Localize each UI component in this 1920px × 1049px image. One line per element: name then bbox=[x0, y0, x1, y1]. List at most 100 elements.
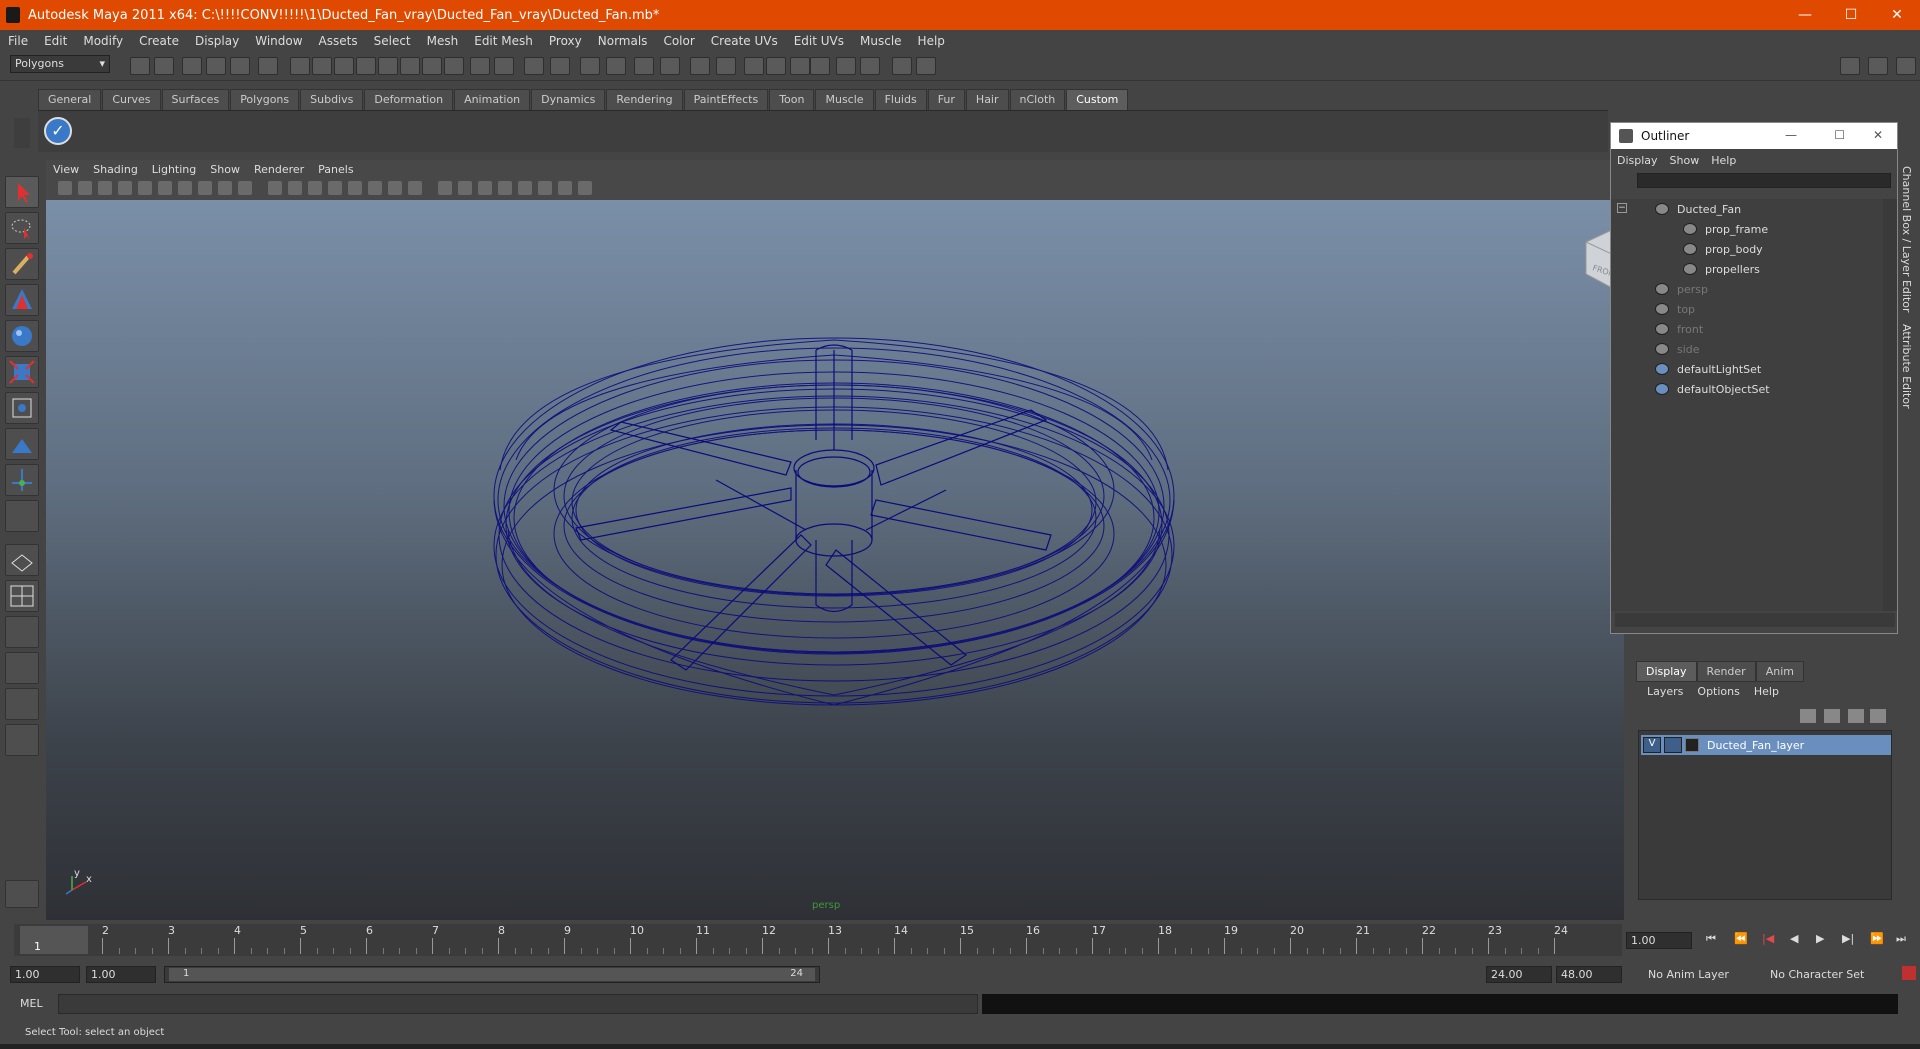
end-time-field[interactable]: 48.00 bbox=[1556, 966, 1622, 983]
outliner-minimize-button[interactable]: — bbox=[1785, 128, 1797, 142]
viewport-tool-icon[interactable] bbox=[238, 181, 252, 195]
custom-shelf-check-icon[interactable]: ✓ bbox=[44, 117, 72, 145]
outliner-close-button[interactable]: ✕ bbox=[1873, 128, 1883, 142]
step-back-frame-icon[interactable]: |◀ bbox=[1762, 932, 1774, 945]
custom-layout-icon[interactable] bbox=[5, 724, 39, 756]
outliner-menu-help[interactable]: Help bbox=[1705, 154, 1742, 167]
play-forwards-icon[interactable]: ▶ bbox=[1816, 932, 1824, 945]
shelf-tab-dynamics[interactable]: Dynamics bbox=[531, 89, 606, 111]
scale-tool-icon[interactable] bbox=[5, 356, 39, 388]
viewport-tool-icon[interactable] bbox=[288, 181, 302, 195]
range-slider-handle[interactable]: 1 24 bbox=[169, 968, 815, 981]
shelf-tab-fluids[interactable]: Fluids bbox=[874, 89, 927, 111]
layer-color-swatch[interactable] bbox=[1685, 738, 1699, 752]
shelf-tab-hair[interactable]: Hair bbox=[965, 89, 1009, 111]
toolbar-button-icon[interactable] bbox=[810, 57, 830, 75]
layer-tab-render[interactable]: Render bbox=[1696, 661, 1756, 682]
viewport-menu-panels[interactable]: Panels bbox=[311, 163, 360, 176]
toolbar-button-icon[interactable] bbox=[400, 57, 420, 75]
menu-help[interactable]: Help bbox=[910, 34, 953, 48]
step-forward-frame-icon[interactable]: ▶| bbox=[1842, 932, 1854, 945]
toolbar-button-icon[interactable] bbox=[550, 57, 570, 75]
menu-proxy[interactable]: Proxy bbox=[541, 34, 590, 48]
shelf-tab-rendering[interactable]: Rendering bbox=[606, 89, 683, 111]
viewport-tool-icon[interactable] bbox=[408, 181, 422, 195]
manipulator-tool-icon[interactable] bbox=[5, 392, 39, 424]
toolbar-button-icon[interactable] bbox=[312, 57, 332, 75]
layer-row[interactable]: V Ducted_Fan_layer bbox=[1641, 735, 1891, 755]
outliner-item[interactable]: front bbox=[1655, 319, 1703, 339]
command-input[interactable] bbox=[58, 994, 978, 1014]
toolbar-button-icon[interactable] bbox=[444, 57, 464, 75]
viewport-tool-icon[interactable] bbox=[78, 181, 92, 195]
attribute-editor-tab[interactable]: Attribute Editor bbox=[1900, 324, 1913, 409]
outliner-menu-display[interactable]: Display bbox=[1611, 154, 1664, 167]
toolbar-button-icon[interactable] bbox=[744, 57, 764, 75]
soft-mod-tool-icon[interactable] bbox=[5, 428, 39, 460]
viewport-tool-icon[interactable] bbox=[218, 181, 232, 195]
toolbar-button-icon[interactable] bbox=[892, 57, 912, 75]
outliner-collapse-icon[interactable]: − bbox=[1617, 203, 1627, 213]
lasso-tool-icon[interactable] bbox=[5, 212, 39, 244]
shelf-tab-polygons[interactable]: Polygons bbox=[230, 89, 300, 111]
toolbar-button-icon[interactable] bbox=[182, 57, 202, 75]
new-layer-icon[interactable] bbox=[1800, 709, 1816, 723]
viewport-tool-icon[interactable] bbox=[58, 181, 72, 195]
outliner-vscrollbar[interactable] bbox=[1883, 199, 1897, 611]
toolbar-button-icon[interactable] bbox=[378, 57, 398, 75]
menu-set-selector[interactable]: Polygons ▾ bbox=[10, 55, 110, 73]
outliner-item[interactable]: side bbox=[1655, 339, 1700, 359]
shelf-tab-surfaces[interactable]: Surfaces bbox=[161, 89, 230, 111]
viewport-menu-shading[interactable]: Shading bbox=[86, 163, 145, 176]
playback-start-field[interactable]: 1.00 bbox=[86, 966, 156, 983]
maximize-button[interactable]: ☐ bbox=[1828, 0, 1874, 30]
toolbar-button-icon[interactable] bbox=[916, 57, 936, 75]
paint-select-tool-icon[interactable] bbox=[5, 248, 39, 280]
menu-edit[interactable]: Edit bbox=[36, 34, 75, 48]
channel-box-tab[interactable]: Channel Box / Layer Editor bbox=[1900, 166, 1913, 313]
rotate-tool-icon[interactable] bbox=[5, 320, 39, 352]
menu-color[interactable]: Color bbox=[655, 34, 702, 48]
toolbar-button-icon[interactable] bbox=[860, 57, 880, 75]
menu-edit-uvs[interactable]: Edit UVs bbox=[786, 34, 852, 48]
menu-display[interactable]: Display bbox=[187, 34, 247, 48]
menu-muscle[interactable]: Muscle bbox=[852, 34, 910, 48]
quick-layout-icon[interactable] bbox=[5, 880, 39, 908]
minimize-button[interactable]: — bbox=[1782, 0, 1828, 30]
outliner-menu-show[interactable]: Show bbox=[1664, 154, 1706, 167]
toolbar-button-icon[interactable] bbox=[634, 57, 654, 75]
viewport-menu-lighting[interactable]: Lighting bbox=[145, 163, 203, 176]
menu-select[interactable]: Select bbox=[366, 34, 419, 48]
toolbar-button-icon[interactable] bbox=[130, 57, 150, 75]
toolbar-button-icon[interactable] bbox=[790, 57, 810, 75]
viewport-menu-view[interactable]: View bbox=[46, 163, 86, 176]
toolbar-button-icon[interactable] bbox=[206, 57, 226, 75]
layer-menu-help[interactable]: Help bbox=[1747, 685, 1786, 698]
playback-end-field[interactable]: 24.00 bbox=[1486, 966, 1552, 983]
toolbar-button-icon[interactable] bbox=[580, 57, 600, 75]
viewport-tool-icon[interactable] bbox=[138, 181, 152, 195]
hypershade-layout-icon[interactable] bbox=[5, 688, 39, 720]
toolbar-button-icon[interactable] bbox=[606, 57, 626, 75]
toolbar-button-icon[interactable] bbox=[660, 57, 680, 75]
single-perspective-layout-icon[interactable] bbox=[5, 544, 39, 576]
viewport-menu-show[interactable]: Show bbox=[203, 163, 247, 176]
menu-mesh[interactable]: Mesh bbox=[419, 34, 467, 48]
select-tool-icon[interactable] bbox=[5, 176, 39, 208]
shelf-tab-ncloth[interactable]: nCloth bbox=[1009, 89, 1066, 111]
viewport-tool-icon[interactable] bbox=[558, 181, 572, 195]
menu-file[interactable]: File bbox=[0, 34, 36, 48]
shelf-tab-muscle[interactable]: Muscle bbox=[815, 89, 874, 111]
play-backwards-icon[interactable]: ◀ bbox=[1790, 932, 1798, 945]
toolbar-button-icon[interactable] bbox=[290, 57, 310, 75]
viewport-tool-icon[interactable] bbox=[478, 181, 492, 195]
auto-key-icon[interactable] bbox=[1902, 966, 1916, 980]
shelf-tab-fur[interactable]: Fur bbox=[927, 89, 965, 111]
outliner-item[interactable]: prop_body bbox=[1683, 239, 1763, 259]
new-layer-selected-icon[interactable] bbox=[1824, 709, 1840, 723]
layer-star-icon[interactable] bbox=[1870, 709, 1886, 723]
outliner-filter-field[interactable] bbox=[1637, 173, 1891, 188]
viewport-tool-icon[interactable] bbox=[98, 181, 112, 195]
persp-graph-layout-icon[interactable] bbox=[5, 652, 39, 684]
toolbar-button-icon[interactable] bbox=[524, 57, 544, 75]
